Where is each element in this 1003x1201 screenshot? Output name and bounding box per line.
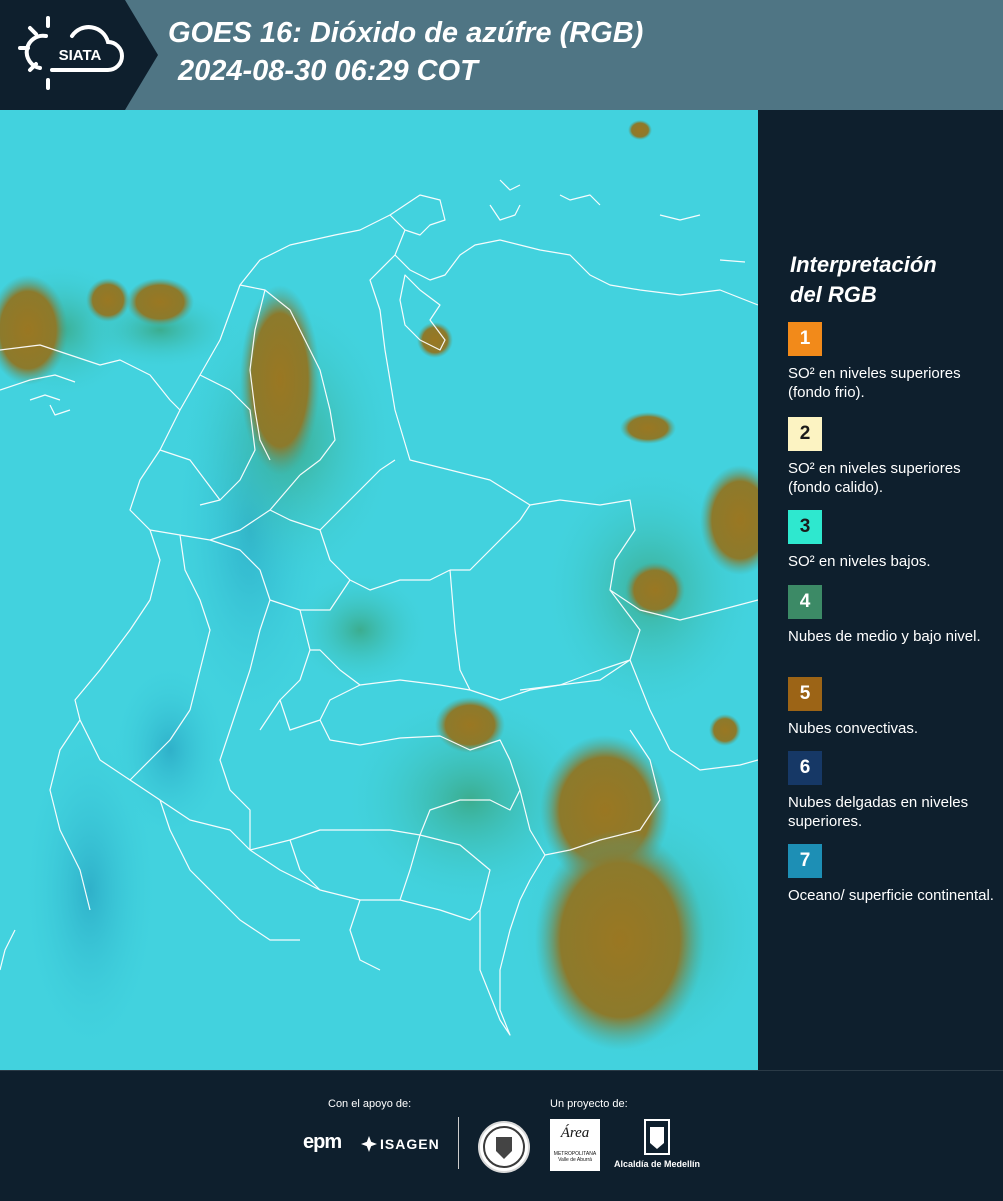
legend-number-7: 7 xyxy=(799,850,811,871)
area-logo-text: Área xyxy=(560,1125,590,1141)
page-title: GOES 16: Dióxido de azúfre (RGB) 2024-08… xyxy=(168,14,643,90)
support-label: Con el apoyo de: xyxy=(328,1098,412,1110)
legend-number-1: 1 xyxy=(799,328,811,349)
legend-swatch-2: 2 xyxy=(788,417,822,451)
footer-divider xyxy=(458,1117,459,1169)
legend-item-4: 4 Nubes de medio y bajo nivel. xyxy=(788,585,998,646)
medellin-seal-logo xyxy=(478,1121,530,1173)
legend-swatch-4: 4 xyxy=(788,585,822,619)
isagen-logo: ISAGEN xyxy=(380,1136,440,1152)
legend-item-1: 1 SO² en niveles superiores (fondo frio)… xyxy=(788,322,998,402)
legend-text-7: Oceano/ superficie continental. xyxy=(788,887,994,904)
alcaldia-text: Alcaldía de Medellín xyxy=(613,1159,701,1169)
epm-logo: epm xyxy=(303,1131,342,1153)
title-timestamp: 2024-08-30 06:29 COT xyxy=(178,55,478,87)
header-bar: SIATA GOES 16: Dióxido de azúfre (RGB) 2… xyxy=(0,0,1003,110)
legend-number-4: 4 xyxy=(799,591,811,612)
legend-swatch-6: 6 xyxy=(788,751,822,785)
legend-text-6: Nubes delgadas en niveles superiores. xyxy=(788,794,969,830)
legend-text-2: SO² en niveles superiores (fondo calido)… xyxy=(788,460,961,496)
isagen-icon xyxy=(361,1136,377,1152)
legend-number-6: 6 xyxy=(799,757,811,778)
legend-item-7: 7 Oceano/ superficie continental. xyxy=(788,844,998,905)
legend-swatch-5: 5 xyxy=(788,677,822,711)
legend-item-5: 5 Nubes convectivas. xyxy=(788,677,998,738)
legend-text-1: SO² en niveles superiores (fondo frio). xyxy=(788,365,961,401)
legend-title-line2: del RGB xyxy=(790,282,877,307)
legend-text-4: Nubes de medio y bajo nivel. xyxy=(788,628,981,645)
satellite-map xyxy=(0,110,758,1070)
legend-title-line1: Interpretación xyxy=(790,252,937,277)
legend-title: Interpretación del RGB xyxy=(790,250,990,310)
siata-logo: SIATA xyxy=(0,0,158,110)
legend-item-3: 3 SO² en niveles bajos. xyxy=(788,510,998,571)
footer: Con el apoyo de: Un proyecto de: epm ISA… xyxy=(0,1070,1003,1201)
legend-item-6: 6 Nubes delgadas en niveles superiores. xyxy=(788,751,998,831)
area-metropolitana-logo: Área METROPOLITANA Valle de Aburrá xyxy=(550,1119,600,1171)
project-label: Un proyecto de: xyxy=(550,1098,628,1110)
legend-number-2: 2 xyxy=(799,423,811,444)
legend-text-5: Nubes convectivas. xyxy=(788,720,919,737)
legend-swatch-7: 7 xyxy=(788,844,822,878)
legend-panel: Interpretación del RGB 1 SO² en niveles … xyxy=(760,110,1003,1070)
area-logo-subtext: METROPOLITANA Valle de Aburrá xyxy=(553,1151,597,1163)
legend-number-5: 5 xyxy=(799,683,811,704)
legend-number-3: 3 xyxy=(799,516,811,537)
title-product: GOES 16: Dióxido de azúfre (RGB) xyxy=(168,17,644,49)
svg-text:SIATA: SIATA xyxy=(59,47,102,64)
legend-swatch-1: 1 xyxy=(788,322,822,356)
alcaldia-logo: Alcaldía de Medellín xyxy=(612,1119,702,1171)
alcaldia-shield-icon xyxy=(644,1119,670,1155)
legend-item-2: 2 SO² en niveles superiores (fondo calid… xyxy=(788,417,998,499)
legend-swatch-3: 3 xyxy=(788,510,822,544)
legend-text-3: SO² en niveles bajos. xyxy=(788,553,931,570)
